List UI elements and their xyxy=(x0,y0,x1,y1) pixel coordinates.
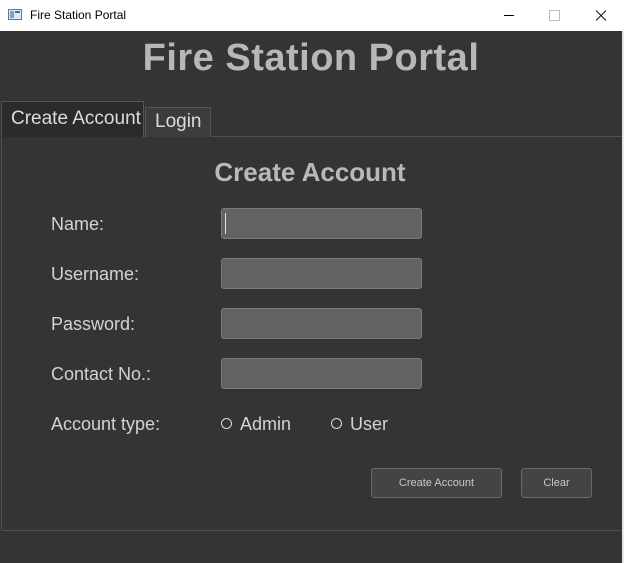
name-label: Name: xyxy=(51,214,105,234)
text-caret xyxy=(225,213,226,234)
app-body: Fire Station Portal Create Account Login… xyxy=(0,31,622,563)
user-radio[interactable] xyxy=(331,418,342,429)
app-icon xyxy=(8,9,22,20)
close-button[interactable] xyxy=(578,0,624,31)
minimize-button[interactable] xyxy=(486,0,532,31)
contact-no-field[interactable] xyxy=(221,358,422,389)
app-header-title: Fire Station Portal xyxy=(142,37,480,79)
tab-create-account[interactable]: Create Account xyxy=(1,101,144,137)
form-title: Create Account xyxy=(214,157,406,187)
name-field[interactable] xyxy=(221,208,422,239)
password-label: Password: xyxy=(51,314,136,334)
admin-radio-label[interactable]: Admin xyxy=(240,414,291,435)
username-label: Username: xyxy=(51,264,140,284)
tab-login[interactable]: Login xyxy=(145,107,211,137)
account-type-label: Account type: xyxy=(51,414,161,434)
user-radio-label[interactable]: User xyxy=(350,414,388,435)
clear-button[interactable]: Clear xyxy=(521,468,592,498)
maximize-button[interactable] xyxy=(532,0,578,31)
password-field[interactable] xyxy=(221,308,422,339)
contact-no-label: Contact No.: xyxy=(51,364,152,384)
window-title: Fire Station Portal xyxy=(30,8,127,22)
create-account-button[interactable]: Create Account xyxy=(371,468,502,498)
username-field[interactable] xyxy=(221,258,422,289)
admin-radio[interactable] xyxy=(221,418,232,429)
window-titlebar: Fire Station Portal xyxy=(0,0,624,31)
